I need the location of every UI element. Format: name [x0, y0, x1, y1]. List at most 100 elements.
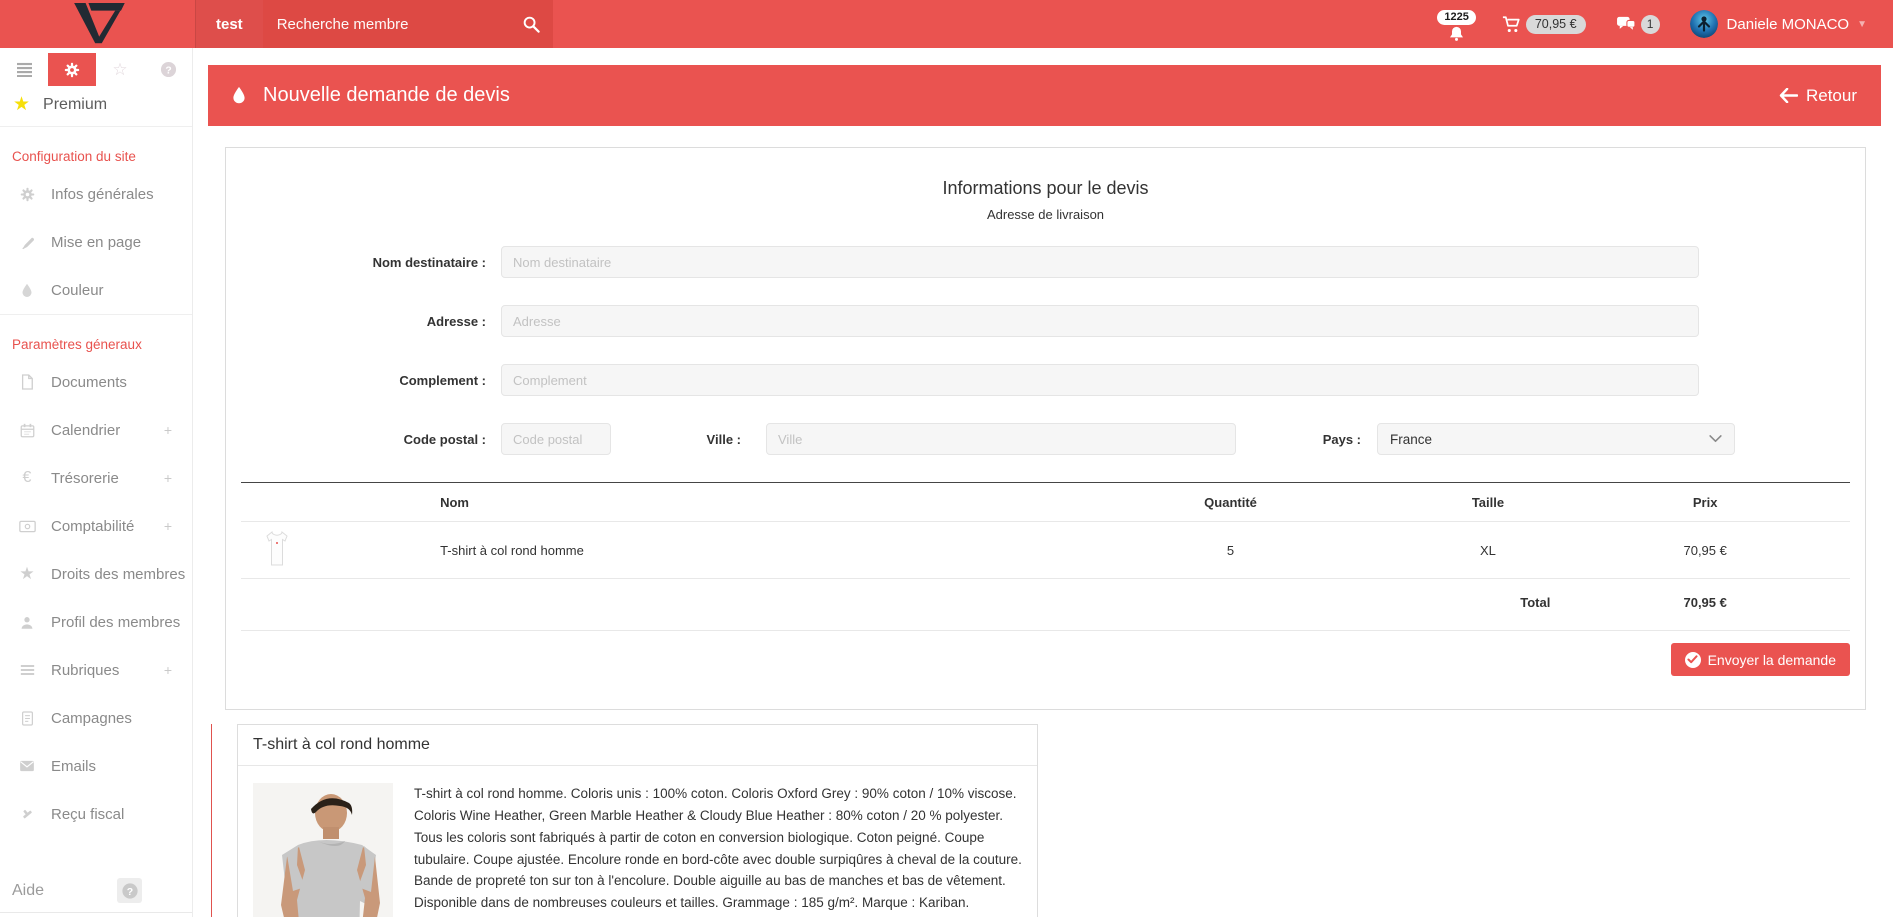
avatar[interactable] — [1690, 10, 1718, 38]
notifications-badge: 1225 — [1437, 10, 1475, 25]
topbar-right-cluster: 1225 70,95 € 1 Daniele MONACO — [1437, 0, 1893, 48]
send-request-button[interactable]: Envoyer la demande — [1671, 643, 1850, 676]
menu-group-configuration: Infos générales Mise en page Couleur — [0, 170, 192, 315]
sidebar-item-label: Droits des membres — [51, 566, 185, 583]
member-search-input[interactable] — [275, 15, 522, 34]
item-name: T-shirt à col rond homme — [434, 522, 1045, 579]
country-selected-value: France — [1390, 432, 1432, 447]
help-button[interactable]: ? — [117, 878, 142, 903]
column-header-price: Prix — [1560, 483, 1850, 522]
tab-favorites[interactable]: ☆ — [96, 53, 144, 86]
main-content: Nouvelle demande de devis Retour Informa… — [193, 48, 1893, 917]
product-description: T-shirt à col rond homme. Coloris unis :… — [414, 783, 1022, 917]
doc-text-icon — [18, 711, 36, 726]
expand-plus-icon[interactable]: + — [164, 422, 172, 438]
city-label: Ville : — [621, 432, 741, 447]
sidebar-item-profil-membres[interactable]: Profil des membres — [0, 598, 192, 646]
svg-text:?: ? — [165, 65, 171, 76]
address-input[interactable] — [501, 305, 1699, 337]
file-icon — [18, 374, 36, 390]
menu-group-parametres: Documents Calendrier + € Trésorerie + Co… — [0, 358, 192, 838]
back-label: Retour — [1806, 86, 1857, 106]
country-select[interactable]: France — [1377, 423, 1735, 455]
city-input[interactable] — [766, 423, 1236, 455]
envelope-icon — [18, 760, 36, 772]
sidebar-item-emails[interactable]: Emails — [0, 742, 192, 790]
messages-button[interactable]: 1 — [1616, 15, 1660, 34]
sidebar-item-mise-en-page[interactable]: Mise en page — [0, 218, 192, 266]
column-header-qty: Quantité — [1046, 483, 1416, 522]
notifications-button[interactable]: 1225 — [1437, 8, 1475, 41]
total-label: Total — [241, 579, 1560, 631]
topbar: test 1225 70,95 € 1 — [0, 0, 1893, 48]
sidebar-item-label: Calendrier — [51, 422, 120, 439]
chevron-down-icon: ▼ — [1857, 19, 1867, 30]
droplet-icon — [18, 283, 36, 298]
back-arrow-icon — [1779, 88, 1798, 103]
sidebar-item-premium[interactable]: ★ Premium — [0, 86, 192, 127]
sidebar-item-documents[interactable]: Documents — [0, 358, 192, 406]
hamburger-icon — [16, 62, 33, 77]
section-title-configuration: Configuration du site — [12, 149, 192, 164]
sidebar-item-recu-fiscal[interactable]: Reçu fiscal — [0, 790, 192, 838]
product-section: T-shirt à col rond homme — [211, 724, 1881, 917]
sidebar-item-comptabilite[interactable]: Comptabilité + — [0, 502, 192, 550]
sidebar-tabs: ☆ ? — [0, 53, 192, 86]
messages-badge: 1 — [1641, 15, 1660, 34]
product-photo — [253, 783, 393, 917]
sidebar-item-label: Emails — [51, 758, 96, 775]
item-price: 70,95 € — [1560, 522, 1850, 579]
quote-form-card: Informations pour le devis Adresse de li… — [225, 147, 1866, 710]
expand-plus-icon[interactable]: + — [164, 470, 172, 486]
sidebar-item-label: Rubriques — [51, 662, 119, 679]
association-tab[interactable]: test — [196, 0, 263, 48]
gear-icon — [18, 187, 36, 202]
sidebar-item-calendrier[interactable]: Calendrier + — [0, 406, 192, 454]
tab-menu[interactable] — [0, 53, 48, 86]
cart-amount-badge: 70,95 € — [1526, 15, 1586, 34]
sidebar-item-label: Couleur — [51, 282, 104, 299]
cart-button[interactable]: 70,95 € — [1502, 15, 1586, 34]
question-circle-icon: ? — [160, 61, 177, 78]
form-heading: Informations pour le devis — [241, 178, 1850, 199]
expand-plus-icon[interactable]: + — [164, 662, 172, 678]
recipient-input[interactable] — [501, 246, 1699, 278]
sidebar-item-rubriques[interactable]: Rubriques + — [0, 646, 192, 694]
chevron-down-icon — [1709, 435, 1722, 443]
sidebar-item-label: Mise en page — [51, 234, 141, 251]
euro-icon: € — [18, 469, 36, 487]
tab-help[interactable]: ? — [144, 53, 192, 86]
sidebar-help-row: Aide ? — [0, 869, 192, 913]
sidebar: ☆ ? ★ Premium Configuration du site Info… — [0, 48, 193, 917]
expand-plus-icon[interactable]: + — [164, 518, 172, 534]
help-circle-icon: ? — [121, 882, 139, 900]
total-row: Total 70,95 € — [241, 579, 1850, 631]
item-qty: 5 — [1046, 522, 1416, 579]
recipient-label: Nom destinataire : — [241, 255, 486, 270]
premium-label: Premium — [43, 96, 107, 114]
column-header-name: Nom — [434, 483, 1045, 522]
sidebar-item-couleur[interactable]: Couleur — [0, 266, 192, 314]
logo-v7-icon — [69, 3, 127, 45]
sidebar-item-campagnes[interactable]: Campagnes — [0, 694, 192, 742]
section-title-parametres: Paramètres géneraux — [12, 337, 192, 352]
zip-input[interactable] — [501, 423, 611, 455]
complement-input[interactable] — [501, 364, 1699, 396]
premium-star-icon: ★ — [13, 96, 30, 114]
sidebar-item-infos-generales[interactable]: Infos générales — [0, 170, 192, 218]
sidebar-item-tresorerie[interactable]: € Trésorerie + — [0, 454, 192, 502]
total-value: 70,95 € — [1560, 579, 1850, 631]
tab-settings[interactable] — [48, 53, 96, 86]
form-subheading: Adresse de livraison — [241, 207, 1850, 222]
star-icon: ★ — [18, 564, 36, 584]
member-search — [263, 0, 553, 48]
sidebar-item-label: Documents — [51, 374, 127, 391]
product-title: T-shirt à col rond homme — [238, 725, 1037, 766]
app-logo[interactable] — [0, 0, 196, 48]
chat-icon — [1616, 16, 1636, 33]
association-tab-label: test — [216, 16, 243, 33]
sidebar-item-droits-membres[interactable]: ★ Droits des membres — [0, 550, 192, 598]
user-name[interactable]: Daniele MONACO — [1727, 16, 1850, 33]
back-button[interactable]: Retour — [1779, 86, 1857, 106]
magnifier-icon[interactable] — [522, 15, 541, 34]
